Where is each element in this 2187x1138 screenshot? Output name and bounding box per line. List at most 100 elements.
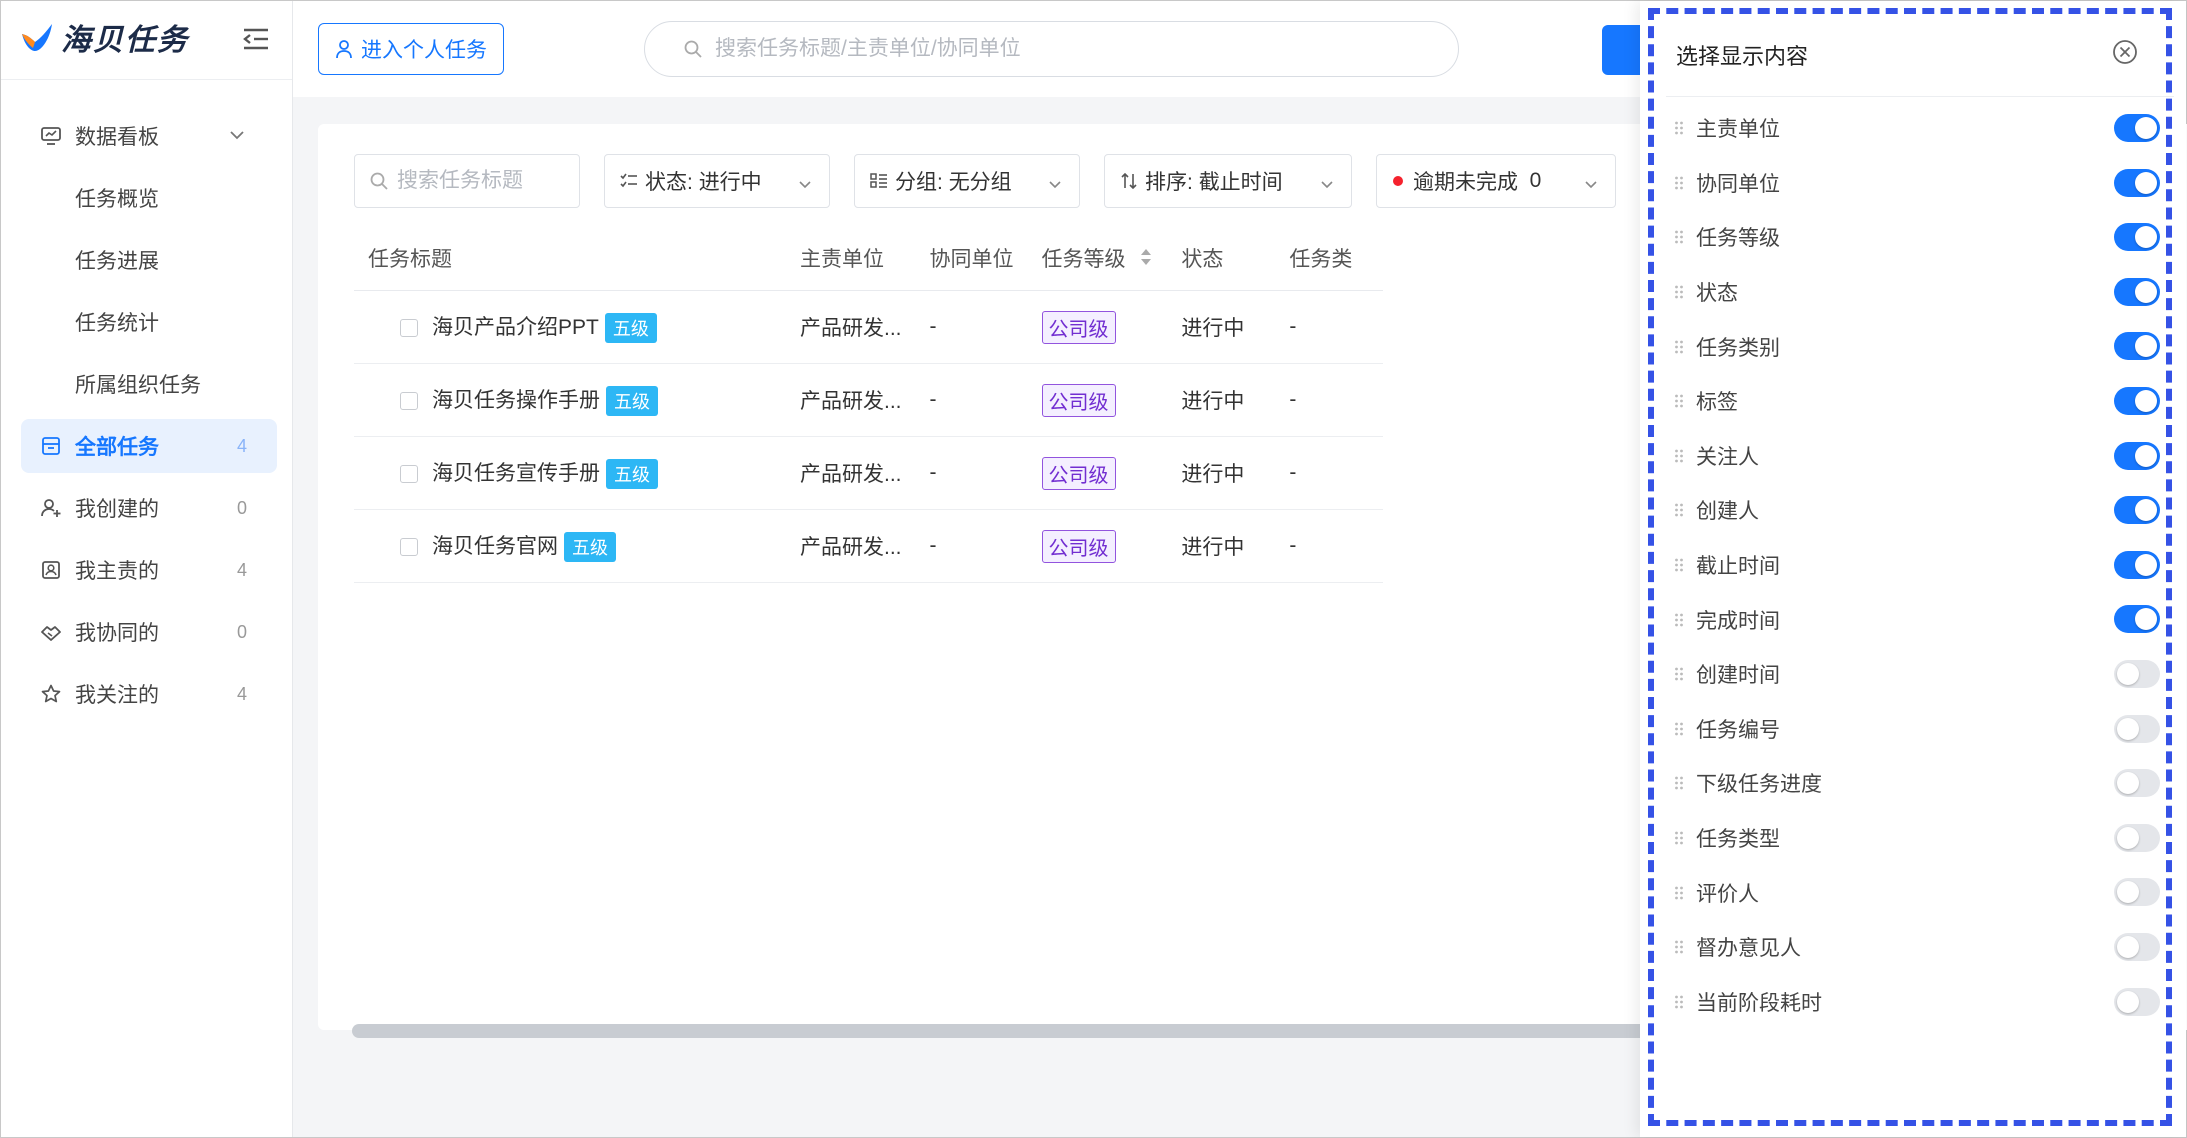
column-toggle-item: 创建时间 [1666,647,2160,702]
column-toggle-item: 标签 [1666,374,2160,429]
task-type: - [1275,436,1384,510]
column-toggle-switch[interactable] [2114,932,2160,961]
drag-handle-icon[interactable] [1674,994,1684,1010]
row-checkbox[interactable] [400,465,418,484]
drag-handle-icon[interactable] [1674,393,1684,409]
sidebar-subitem-org-tasks[interactable]: 所属组织任务 [21,357,277,411]
sidebar-item-created[interactable]: 我创建的 0 [21,481,277,535]
sidebar-item-all-tasks[interactable]: 全部任务 4 [21,419,277,473]
column-toggle-switch[interactable] [2114,550,2160,579]
row-checkbox[interactable] [400,392,418,411]
column-toggle-switch[interactable] [2114,769,2160,798]
column-toggle-switch[interactable] [2114,223,2160,252]
column-header-grade[interactable]: 任务等级 [1027,226,1168,291]
drag-handle-icon[interactable] [1674,939,1684,955]
column-toggle-label: 任务类别 [1696,336,1780,360]
group-filter[interactable]: 分组: 无分组 [854,154,1080,208]
drag-handle-icon[interactable] [1674,229,1684,245]
column-toggle-switch[interactable] [2114,386,2160,415]
global-search-input[interactable] [713,36,1417,62]
column-header-co-unit[interactable]: 协同单位 [915,226,1028,291]
status-filter[interactable]: 状态: 进行中 [604,154,830,208]
table-row[interactable]: 海贝任务操作手册 五级 产品研发... - 公司级 进行中 - [354,363,1384,437]
sort-caret-icon[interactable] [1139,247,1153,273]
sidebar-group-dashboard[interactable]: 数据看板 [21,109,277,163]
column-toggle-switch[interactable] [2114,987,2160,1016]
handshake-icon [37,618,65,646]
column-toggle-switch[interactable] [2114,441,2160,470]
personal-tasks-button[interactable]: 进入个人任务 [318,23,504,75]
column-toggle-switch[interactable] [2114,277,2160,306]
column-header-title[interactable]: 任务标题 [354,226,786,291]
column-toggle-label: 创建人 [1696,500,1759,524]
drag-handle-icon[interactable] [1674,666,1684,682]
personal-tasks-label: 进入个人任务 [361,39,487,62]
sidebar-item-responsible[interactable]: 我主责的 4 [21,543,277,597]
column-toggle-switch[interactable] [2114,168,2160,197]
task-title[interactable]: 海贝产品介绍PPT [432,316,599,339]
group-filter-value: 无分组 [948,171,1012,194]
column-header-status[interactable]: 状态 [1167,226,1276,291]
table-row[interactable]: 海贝任务宣传手册 五级 产品研发... - 公司级 进行中 - [354,436,1384,510]
table-row[interactable]: 海贝任务官网 五级 产品研发... - 公司级 进行中 - [354,509,1384,583]
app-name: 海贝任务 [61,24,189,57]
level-tag: 五级 [606,459,658,490]
column-toggle-switch[interactable] [2114,114,2160,142]
column-toggle-switch[interactable] [2114,714,2160,743]
drag-handle-icon[interactable] [1674,830,1684,846]
drag-handle-icon[interactable] [1674,502,1684,518]
overdue-filter[interactable]: 逾期未完成 0 [1376,154,1616,208]
drag-handle-icon[interactable] [1674,557,1684,573]
drag-handle-icon[interactable] [1674,448,1684,464]
column-toggle-label: 下级任务进度 [1696,773,1822,797]
column-toggle-switch[interactable] [2114,332,2160,361]
sidebar-subitem-overview[interactable]: 任务概览 [21,171,277,225]
task-unit: 产品研发... [786,363,916,437]
task-title[interactable]: 海贝任务操作手册 [432,389,600,412]
drag-handle-icon[interactable] [1674,284,1684,300]
column-toggle-list: 主责单位 协同单位 任务等级 状态 任务类别 标签 关注人 创建人 截止时间 完成时间 创建时间 任务… [1666,101,2160,1029]
drag-handle-icon[interactable] [1674,721,1684,737]
collapse-menu-button[interactable] [241,25,271,53]
sort-filter[interactable]: 排序: 截止时间 [1104,154,1352,208]
column-toggle-label: 主责单位 [1696,118,1780,142]
task-title[interactable]: 海贝任务宣传手册 [432,462,600,485]
task-title-search [354,154,580,208]
horizontal-scrollbar[interactable] [352,1024,1692,1038]
sidebar-item-label: 我关注的 [75,684,159,707]
column-toggle-switch[interactable] [2114,823,2160,852]
drag-handle-icon[interactable] [1674,885,1684,901]
sort-filter-value: 截止时间 [1198,171,1283,194]
table-header-row: 任务标题 主责单位 协同单位 任务等级 状态 任务类 [354,226,1384,291]
row-checkbox[interactable] [400,538,418,557]
drag-handle-icon[interactable] [1674,775,1684,791]
column-toggle-item: 关注人 [1666,429,2160,484]
column-toggle-switch[interactable] [2114,659,2160,688]
column-toggle-switch[interactable] [2114,496,2160,525]
sidebar-item-followed[interactable]: 我关注的 4 [21,667,277,721]
task-co-unit: - [915,436,1028,510]
column-header-type[interactable]: 任务类 [1275,226,1384,291]
close-panel-button[interactable] [2110,37,2140,67]
grade-tag: 公司级 [1041,310,1116,344]
sidebar-subitem-progress[interactable]: 任务进展 [21,233,277,287]
sidebar-subitem-label: 任务概览 [75,188,159,211]
sidebar-subitem-stats[interactable]: 任务统计 [21,295,277,349]
search-icon [369,171,389,191]
app-logo: 海贝任务 [19,15,189,59]
column-toggle-switch[interactable] [2114,605,2160,634]
column-toggle-label: 任务类型 [1696,828,1780,852]
task-title-search-input[interactable] [395,168,559,194]
task-title[interactable]: 海贝任务官网 [432,535,558,558]
task-status: 进行中 [1167,290,1276,364]
drag-handle-icon[interactable] [1674,175,1684,191]
row-checkbox[interactable] [400,319,418,338]
column-toggle-item: 评价人 [1666,865,2160,920]
column-header-unit[interactable]: 主责单位 [786,226,916,291]
drag-handle-icon[interactable] [1674,120,1684,136]
sidebar-item-cooperate[interactable]: 我协同的 0 [21,605,277,659]
column-toggle-switch[interactable] [2114,878,2160,907]
table-row[interactable]: 海贝产品介绍PPT 五级 产品研发... - 公司级 进行中 - [354,290,1384,364]
drag-handle-icon[interactable] [1674,339,1684,355]
drag-handle-icon[interactable] [1674,612,1684,628]
